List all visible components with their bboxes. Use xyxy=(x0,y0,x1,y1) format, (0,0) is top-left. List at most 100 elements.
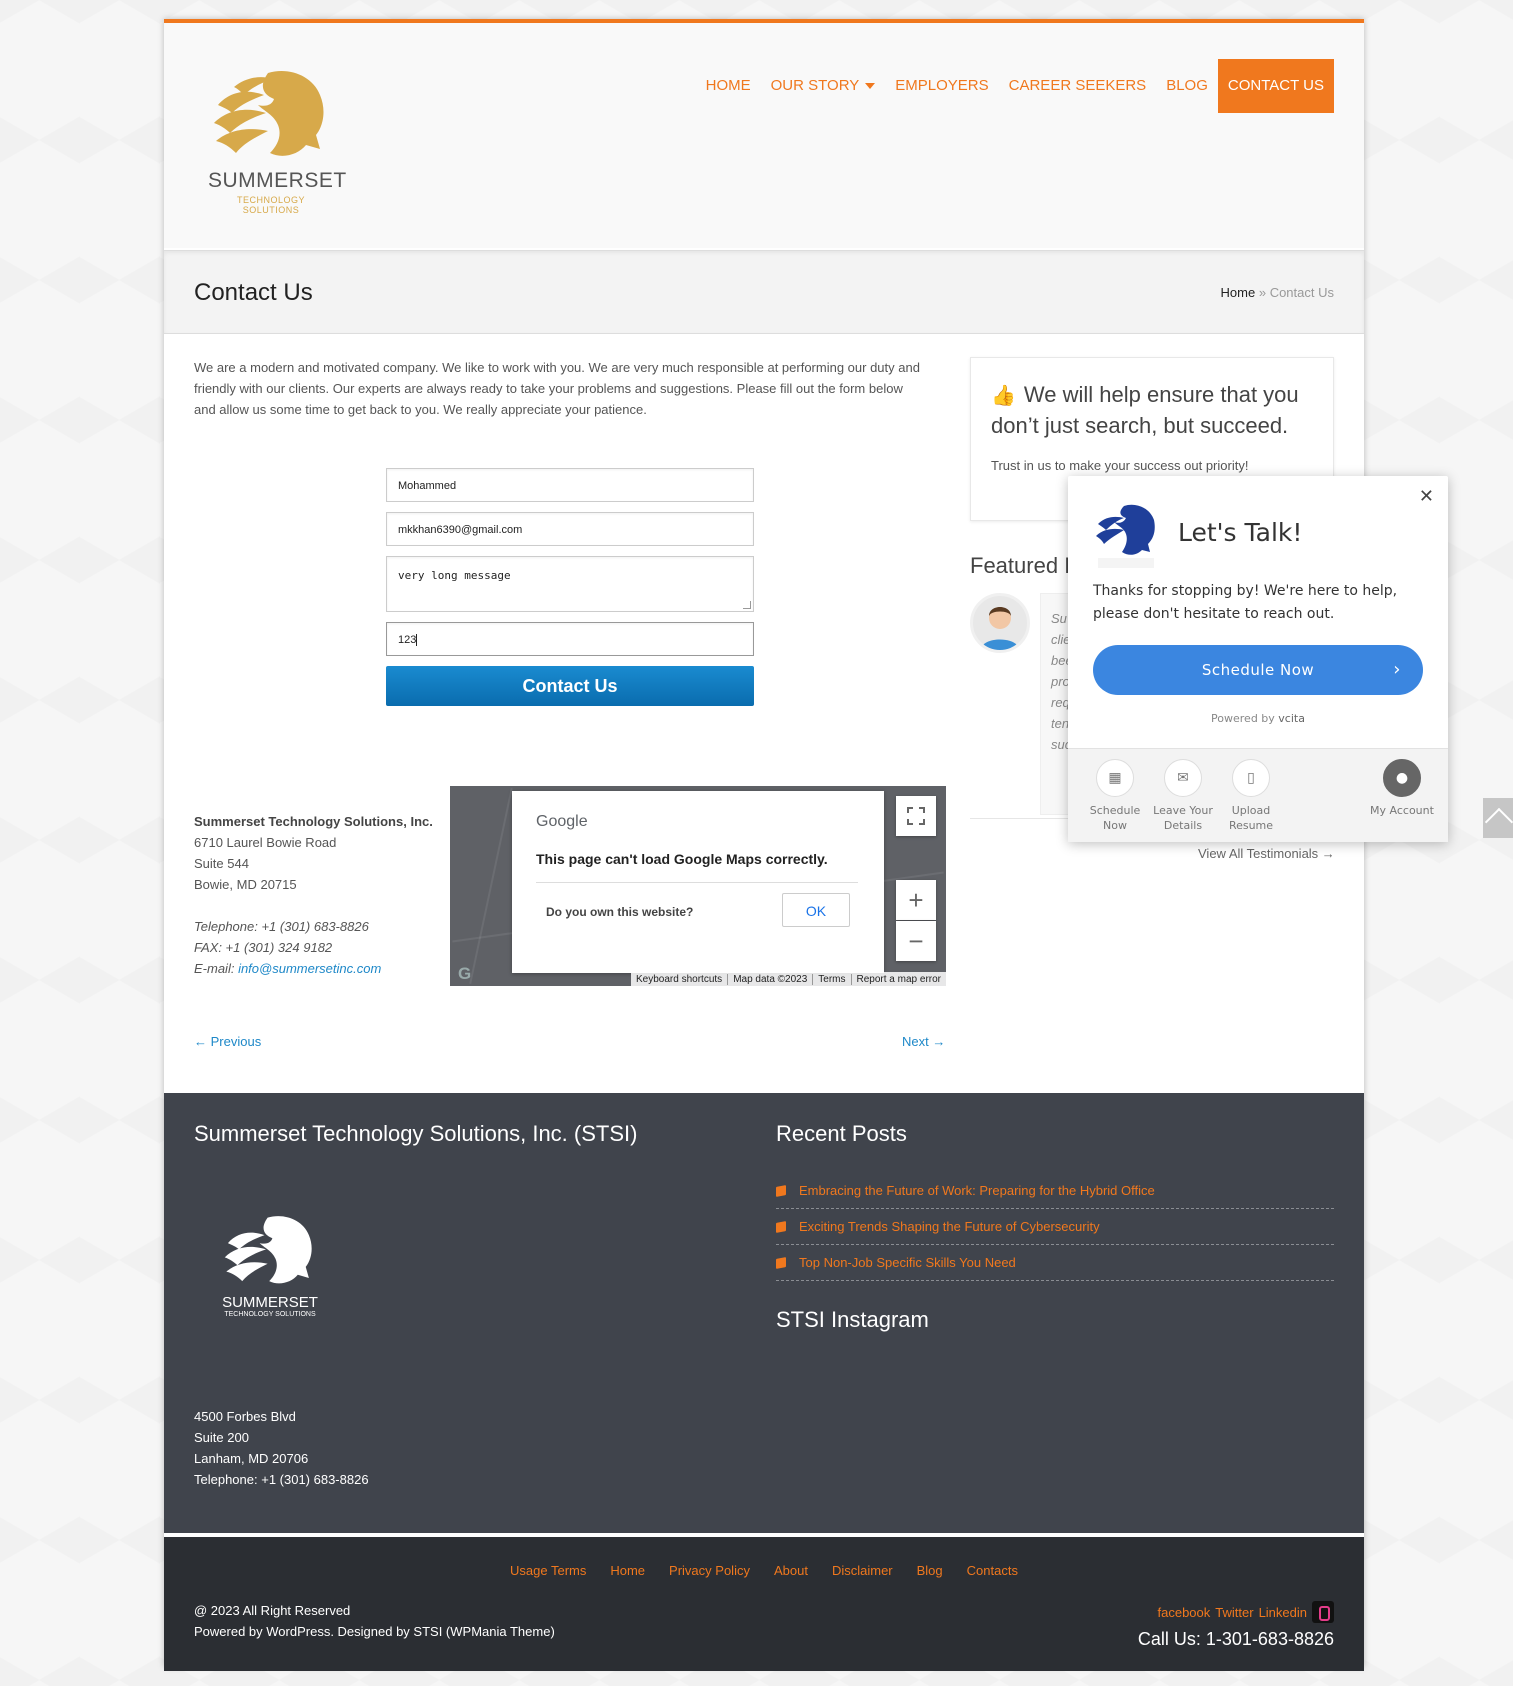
chevron-right-icon: › xyxy=(1393,659,1401,680)
captcha-input[interactable]: 123 xyxy=(386,622,754,656)
vcita-action-bar: ▦ Schedule Now ✉ Leave Your Details ▯ Uploa… xyxy=(1068,748,1448,842)
bottom-bar: Usage Terms Home Privacy Policy About Di… xyxy=(164,1537,1364,1671)
text-cursor xyxy=(416,634,418,647)
footer-address-line-3: Lanham, MD 20706 xyxy=(194,1451,309,1466)
map-keyboard-shortcuts[interactable]: Keyboard shortcuts xyxy=(631,974,727,985)
zoom-out-button[interactable]: − xyxy=(896,921,936,961)
map-attribution: Keyboard shortcuts Map data ©2023 Terms … xyxy=(631,972,946,986)
footer-link-privacy[interactable]: Privacy Policy xyxy=(657,1563,762,1578)
footer-link-home[interactable]: Home xyxy=(598,1563,657,1578)
instagram-icon[interactable] xyxy=(1312,1601,1334,1623)
map-road xyxy=(469,787,513,985)
user-icon: ● xyxy=(1383,759,1421,797)
copyright-text: @ 2023 All Right Reserved xyxy=(194,1603,351,1618)
name-input[interactable]: Mohammed xyxy=(386,468,754,502)
envelope-icon: ✉ xyxy=(1164,759,1202,797)
fullscreen-glyph-icon xyxy=(907,807,925,825)
powered-by-prefix: Powered by xyxy=(1211,712,1279,725)
contact-form: Mohammed mkkhan6390@gmail.com very long … xyxy=(386,468,754,706)
footer-nav: Usage Terms Home Privacy Policy About Di… xyxy=(164,1563,1364,1578)
address-company: Summerset Technology Solutions, Inc. xyxy=(194,814,433,829)
schedule-now-action-label: Schedule Now xyxy=(1089,804,1141,832)
promo-text: Trust in us to make your success out pri… xyxy=(991,458,1249,473)
footer-link-disclaimer[interactable]: Disclaimer xyxy=(820,1563,905,1578)
map-error-dialog: Google This page can't load Google Maps … xyxy=(512,791,884,973)
breadcrumb-home[interactable]: Home xyxy=(1221,285,1256,300)
recent-post-item[interactable]: Exciting Trends Shaping the Future of Cy… xyxy=(776,1209,1334,1245)
map-terms[interactable]: Terms xyxy=(812,973,850,985)
map-data: Map data ©2023 xyxy=(727,973,812,985)
nav-employers[interactable]: EMPLOYERS xyxy=(885,59,998,113)
facebook-link[interactable]: facebook xyxy=(1158,1605,1211,1620)
footer-link-usage-terms[interactable]: Usage Terms xyxy=(498,1563,598,1578)
promo-title: 👍 We will help ensure that you don’t just… xyxy=(991,380,1321,441)
nav-blog[interactable]: BLOG xyxy=(1156,59,1218,113)
contact-us-submit-button[interactable]: Contact Us xyxy=(386,666,754,706)
map-ok-button[interactable]: OK xyxy=(782,893,850,927)
nav-home[interactable]: HOME xyxy=(696,59,761,113)
breadcrumb-separator: » xyxy=(1255,285,1270,300)
vcita-logo xyxy=(1094,500,1158,570)
message-textarea[interactable]: very long message xyxy=(386,556,754,612)
contact-address: Summerset Technology Solutions, Inc. 671… xyxy=(194,811,444,979)
scroll-to-top-button[interactable] xyxy=(1483,798,1513,838)
my-account-label: My Account xyxy=(1370,804,1434,817)
previous-link[interactable]: ← Previous xyxy=(194,1034,261,1049)
fullscreen-icon[interactable] xyxy=(896,796,936,836)
leave-details-action[interactable]: ✉ Leave Your Details xyxy=(1148,759,1218,833)
email-input[interactable]: mkkhan6390@gmail.com xyxy=(386,512,754,546)
recent-posts-list: Embracing the Future of Work: Preparing … xyxy=(776,1173,1334,1281)
recent-posts-heading: Recent Posts xyxy=(776,1121,907,1146)
page-title: Contact Us xyxy=(194,279,313,306)
address-email-label: E-mail: xyxy=(194,961,239,976)
calendar-icon: ▦ xyxy=(1096,759,1134,797)
recent-post-item[interactable]: Top Non-Job Specific Skills You Need xyxy=(776,1245,1334,1281)
footer-link-about[interactable]: About xyxy=(762,1563,820,1578)
next-link[interactable]: Next → xyxy=(902,1034,945,1049)
vcita-title: Let's Talk! xyxy=(1178,518,1303,547)
view-all-testimonials-link[interactable]: View All Testimonials → xyxy=(1198,846,1335,861)
address-email-link[interactable]: info@summersetinc.com xyxy=(238,961,381,976)
recent-post-title: Top Non-Job Specific Skills You Need xyxy=(799,1255,1016,1270)
my-account-action[interactable]: ● My Account xyxy=(1367,759,1437,818)
instagram-heading: STSI Instagram xyxy=(776,1307,929,1332)
thumbs-up-icon: 👍 xyxy=(991,385,1016,407)
summerset-logo[interactable]: SUMMERSET TECHNOLOGY SOLUTIONS xyxy=(208,65,346,215)
page-container: SUMMERSET TECHNOLOGY SOLUTIONS HOME OUR … xyxy=(164,19,1364,1671)
footer-company-heading: Summerset Technology Solutions, Inc. (ST… xyxy=(194,1121,638,1146)
map-report-error[interactable]: Report a map error xyxy=(850,973,946,985)
footer-address-line-1: 4500 Forbes Blvd xyxy=(194,1409,296,1424)
testimonial-avatar xyxy=(970,593,1030,653)
schedule-now-button[interactable]: Schedule Now › xyxy=(1093,645,1423,695)
footer-link-blog[interactable]: Blog xyxy=(905,1563,955,1578)
logo-tagline: TECHNOLOGY SOLUTIONS xyxy=(236,195,305,215)
address-telephone: Telephone: +1 (301) 683-8826 xyxy=(194,919,369,934)
social-links: facebook Twitter Linkedin xyxy=(1153,1601,1334,1623)
footer-address-line-2: Suite 200 xyxy=(194,1430,249,1445)
address-email-row: E-mail: info@summersetinc.com xyxy=(194,958,444,979)
close-icon[interactable]: ✕ xyxy=(1419,486,1434,507)
map-own-question: Do you own this website? xyxy=(546,905,694,919)
nav-our-story[interactable]: OUR STORY xyxy=(761,59,886,113)
linkedin-link[interactable]: Linkedin xyxy=(1259,1605,1307,1620)
footer-phone: Telephone: +1 (301) 683-8826 xyxy=(194,1472,369,1487)
main-nav: HOME OUR STORY EMPLOYERS CAREER SEEKERS … xyxy=(696,59,1334,113)
zoom-in-button[interactable]: + xyxy=(896,880,936,920)
footer-logo-wordmark: SUMMERSET xyxy=(222,1294,318,1311)
document-icon: ▯ xyxy=(1232,759,1270,797)
google-map[interactable]: Google This page can't load Google Maps … xyxy=(450,786,946,986)
lion-logo-white-icon xyxy=(224,1216,312,1284)
map-dialog-divider xyxy=(536,882,858,883)
captcha-value: 123 xyxy=(398,634,417,646)
breadcrumb: Home » Contact Us xyxy=(1221,285,1334,300)
footer-link-contacts[interactable]: Contacts xyxy=(955,1563,1030,1578)
address-fax: FAX: +1 (301) 324 9182 xyxy=(194,940,333,955)
vcita-powered-by: Powered by vcita xyxy=(1068,712,1448,725)
twitter-link[interactable]: Twitter xyxy=(1215,1605,1253,1620)
nav-contact-us[interactable]: CONTACT US xyxy=(1217,59,1334,113)
recent-post-item[interactable]: Embracing the Future of Work: Preparing … xyxy=(776,1173,1334,1209)
schedule-now-action[interactable]: ▦ Schedule Now xyxy=(1080,759,1150,833)
address-line-2: Suite 544 xyxy=(194,856,249,871)
nav-career-seekers[interactable]: CAREER SEEKERS xyxy=(999,59,1157,113)
upload-resume-action[interactable]: ▯ Upload Resume xyxy=(1216,759,1286,833)
